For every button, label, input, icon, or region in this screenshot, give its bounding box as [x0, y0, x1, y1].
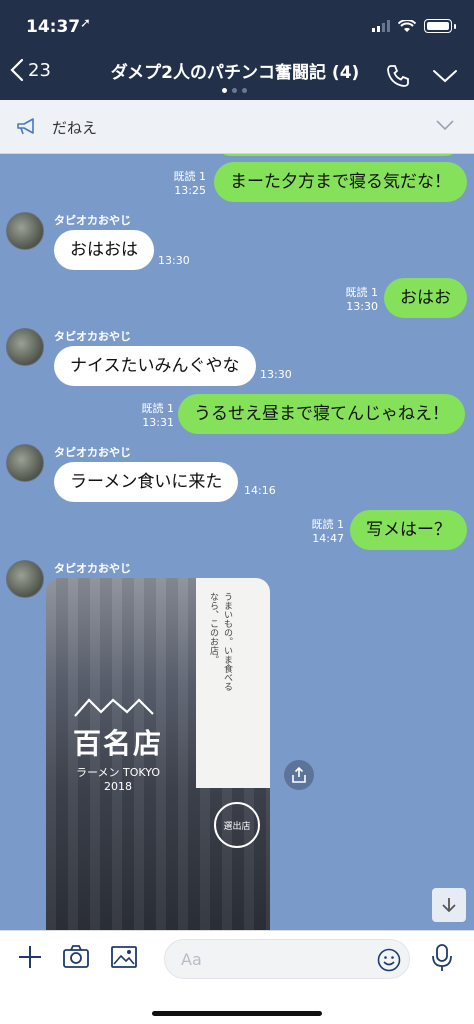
- message-time: 13:30: [158, 254, 190, 267]
- read-receipt: 既読 1: [141, 402, 175, 415]
- chat-header: 14:37 ➚ 23 ダメプ2人のパチンコ奮闘記 (4): [0, 0, 474, 100]
- microphone-icon[interactable]: [430, 943, 454, 973]
- photo-logo-sub: ラーメン TOKYO: [75, 766, 161, 779]
- announcement-bar[interactable]: だねえ: [0, 100, 474, 154]
- input-bar: Aa: [0, 930, 474, 1024]
- photo-card-fold: [196, 718, 270, 788]
- photo-logo-main: 百名店: [72, 727, 163, 760]
- phone-icon[interactable]: [386, 64, 410, 88]
- wifi-icon: [398, 19, 416, 32]
- arrow-down-icon: [442, 898, 456, 913]
- mountain-logo-icon: [74, 698, 154, 717]
- emoji-icon[interactable]: [377, 948, 401, 972]
- avatar[interactable]: [6, 212, 44, 250]
- message-bubble[interactable]: 写メはー？: [350, 510, 467, 550]
- chevron-down-icon[interactable]: [432, 68, 458, 84]
- message-bubble[interactable]: ラーメン食いに来た: [54, 462, 239, 502]
- message-bubble[interactable]: おはお: [384, 278, 467, 318]
- message-meta: 既読 1 13:30: [338, 286, 379, 314]
- photo-stamp: 選出店: [214, 802, 260, 848]
- share-icon: [292, 767, 306, 783]
- message-meta: 既読 1 14:47: [304, 518, 345, 546]
- message-bubble[interactable]: うるせえ昼まで寝てんじゃねえ！: [178, 394, 465, 434]
- status-time: 14:37: [26, 17, 81, 37]
- input-placeholder: Aa: [181, 950, 202, 969]
- page-dot: [232, 88, 237, 93]
- sender-name: タピオカおやじ: [54, 562, 131, 575]
- message-time: 13:31: [142, 416, 174, 429]
- megaphone-icon: [17, 118, 34, 135]
- share-button[interactable]: [284, 760, 314, 790]
- photo-logo-year: 2018: [104, 780, 132, 793]
- message-time: 13:30: [260, 368, 292, 381]
- read-receipt: 既読 1: [311, 518, 345, 531]
- message-bubble-partial: [214, 154, 462, 156]
- message-bubble[interactable]: おはおは: [54, 230, 154, 270]
- announcement-text: だねえ: [52, 119, 98, 137]
- message-meta: 既読 1 13:25: [170, 170, 207, 198]
- message-bubble[interactable]: ナイスたいみんぐやな: [54, 346, 256, 386]
- photo-card-text: うまいもの。いま食べるなら、このお店。: [208, 592, 232, 691]
- sender-name: タピオカおやじ: [54, 214, 131, 227]
- avatar[interactable]: [6, 444, 44, 482]
- image-icon[interactable]: [110, 943, 138, 971]
- page-dot: [222, 88, 227, 93]
- home-indicator[interactable]: [152, 1011, 322, 1016]
- scroll-down-button[interactable]: [432, 888, 466, 922]
- battery-icon: [424, 19, 456, 33]
- status-icons: [372, 19, 456, 33]
- chevron-left-icon: [10, 58, 24, 82]
- message-time: 14:16: [244, 484, 276, 497]
- location-arrow-icon: ➚: [80, 16, 91, 31]
- sender-name: タピオカおやじ: [54, 446, 131, 459]
- photo-message[interactable]: うまいもの。いま食べるなら、このお店。 百名店 ラーメン TOKYO 2018 …: [46, 578, 270, 930]
- read-receipt: 既読 1: [345, 286, 379, 299]
- message-input[interactable]: Aa: [164, 939, 410, 979]
- message-time: 14:47: [312, 532, 344, 545]
- page-indicator: [222, 88, 247, 93]
- avatar[interactable]: [6, 560, 44, 598]
- unread-count: 23: [28, 59, 51, 81]
- chat-area[interactable]: 既読 1 13:25 まーた夕方まで寝る気だな！ タピオカおやじ おはおは 13…: [0, 154, 474, 930]
- photo-logo: 百名店 ラーメン TOKYO 2018: [58, 696, 178, 793]
- message-time: 13:25: [174, 184, 206, 197]
- sender-name: タピオカおやじ: [54, 330, 131, 343]
- message-bubble[interactable]: まーた夕方まで寝る気だな！: [214, 162, 467, 202]
- signal-icon: [372, 20, 390, 32]
- back-button[interactable]: 23: [10, 58, 51, 82]
- page-dot: [242, 88, 247, 93]
- read-receipt: 既読 1: [173, 170, 207, 183]
- message-time: 13:30: [346, 300, 378, 313]
- camera-icon[interactable]: [62, 943, 90, 971]
- avatar[interactable]: [6, 328, 44, 366]
- chat-title[interactable]: ダメプ2人のパチンコ奮闘記 (4): [100, 58, 370, 83]
- chevron-down-icon[interactable]: [436, 120, 454, 131]
- message-meta: 既読 1 13:31: [134, 402, 175, 430]
- plus-icon[interactable]: [16, 943, 44, 971]
